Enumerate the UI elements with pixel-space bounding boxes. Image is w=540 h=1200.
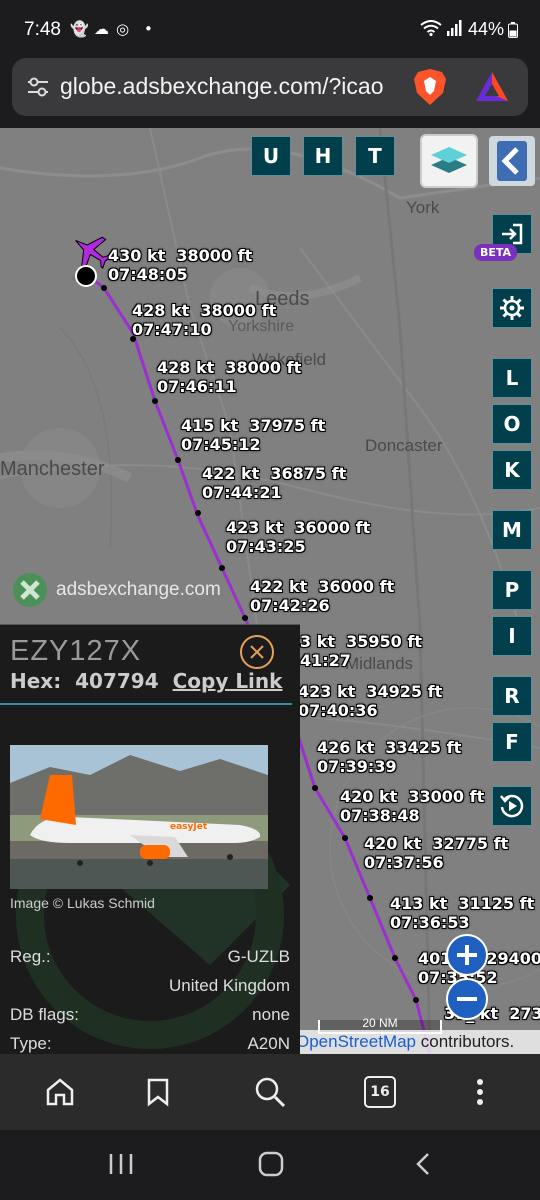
hex-row: Hex: 407794 Copy Link	[10, 669, 283, 693]
track-label: 420 kt 33000 ft 07:38:48	[340, 787, 485, 825]
registration-value: G-UZLB	[227, 947, 290, 966]
cloud-icon: ☁	[94, 20, 109, 38]
track-label: 430 kt 38000 ft 07:48:05	[108, 246, 253, 284]
recents-button[interactable]	[108, 1152, 134, 1180]
city-label-manchester: Manchester	[0, 458, 105, 480]
ghost-icon: 👻	[70, 20, 89, 38]
brave-shields-icon[interactable]	[412, 67, 448, 111]
divider	[0, 703, 292, 705]
track-label: 422 kt 36000 ft 07:42:26	[250, 577, 395, 615]
bookmarks-button[interactable]	[128, 1054, 188, 1130]
close-icon	[250, 645, 264, 659]
field-label: DB flags:	[10, 1005, 79, 1024]
search-icon	[255, 1077, 286, 1108]
close-panel-button[interactable]	[240, 635, 274, 669]
address-bar[interactable]: globe.adsbexchange.com/?icao	[12, 58, 528, 116]
aircraft-position-dot	[75, 265, 97, 287]
toggle-r-button[interactable]: R	[492, 676, 532, 716]
signal-icon	[446, 20, 462, 40]
image-credit: Image © Lukas Schmid	[10, 895, 155, 911]
system-home-button[interactable]	[258, 1151, 284, 1181]
track-label: 413 kt 31125 ft 07:36:53	[390, 894, 535, 932]
dot-icon: •	[144, 20, 153, 38]
status-bar: 7:48 👻 ☁ ◎ • 44%	[0, 0, 540, 58]
wifi-icon	[420, 20, 442, 40]
replay-button[interactable]	[492, 786, 532, 826]
toggle-h-button[interactable]: H	[303, 136, 343, 176]
toggle-o-button[interactable]: O	[492, 404, 532, 444]
collapse-sidebar-button[interactable]	[489, 136, 535, 186]
track-label: 422 kt 36875 ft 07:44:21	[202, 464, 347, 502]
site-settings-icon[interactable]	[26, 76, 50, 102]
tab-count: 16	[364, 1076, 396, 1108]
zoom-out-button[interactable]	[446, 978, 488, 1020]
home-square-icon	[258, 1151, 284, 1177]
toolbar-gap	[0, 116, 540, 128]
toggle-l-button[interactable]: L	[492, 358, 532, 398]
login-icon	[502, 223, 523, 245]
back-button[interactable]	[414, 1152, 432, 1180]
search-button[interactable]	[240, 1054, 300, 1130]
svg-text:easyJet: easyJet	[170, 822, 208, 832]
toggle-f-button[interactable]: F	[492, 722, 532, 762]
toggle-m-button[interactable]: M	[492, 510, 532, 550]
plus-icon	[457, 945, 477, 965]
field-label: Reg.:	[10, 947, 51, 966]
toggle-i-button[interactable]: I	[492, 616, 532, 656]
track-label: 3 kt 35950 ft 41:27	[300, 632, 422, 670]
toggle-t-button[interactable]: T	[355, 136, 395, 176]
toggle-u-button[interactable]: U	[251, 136, 291, 176]
system-navigation-bar	[0, 1130, 540, 1200]
recents-icon	[109, 1154, 133, 1174]
city-label-york: York	[406, 198, 440, 217]
battery-percent: 44%	[467, 19, 504, 39]
instagram-icon: ◎	[116, 20, 130, 38]
tabs-button[interactable]: 16	[350, 1054, 410, 1130]
aircraft-photo[interactable]: easyJet	[10, 745, 268, 889]
bookmark-icon	[147, 1078, 169, 1107]
track-label: 426 kt 33425 ft 07:39:39	[317, 738, 462, 776]
replay-icon	[500, 794, 524, 818]
watermark: adsbexchange.com	[12, 572, 221, 608]
map-attribution: OpenStreetMap contributors.	[296, 1030, 540, 1054]
track-label: 423 kt 36000 ft 07:43:25	[226, 518, 371, 556]
url-text[interactable]: globe.adsbexchange.com/?icao	[60, 73, 405, 100]
more-vertical-icon	[477, 1079, 483, 1105]
layers-icon	[431, 147, 467, 173]
minus-icon	[457, 997, 477, 1001]
brave-rewards-icon[interactable]	[474, 70, 510, 108]
gear-icon	[500, 296, 524, 320]
track-label: 423 kt 34925 ft 07:40:36	[298, 682, 443, 720]
home-button[interactable]	[30, 1054, 90, 1130]
status-time: 7:48	[24, 19, 61, 40]
home-icon	[46, 1078, 74, 1106]
copy-link[interactable]: Copy Link	[173, 669, 283, 693]
track-label: 415 kt 37975 ft 07:45:12	[181, 416, 326, 454]
field-label: Type:	[10, 1034, 52, 1053]
browser-bottom-bar: 16	[0, 1054, 540, 1130]
zoom-in-button[interactable]	[446, 934, 488, 976]
track-label: 428 kt 38000 ft 07:46:11	[157, 358, 302, 396]
city-label-doncaster: Doncaster	[365, 436, 443, 455]
menu-button[interactable]	[450, 1054, 510, 1130]
beta-badge: BETA	[474, 244, 518, 261]
type-value: A20N	[247, 1034, 290, 1053]
track-label: 420 kt 32775 ft 07:37:56	[364, 834, 509, 872]
battery-icon	[508, 22, 518, 42]
country-value: United Kingdom	[169, 976, 290, 995]
track-label: 428 kt 38000 ft 07:47:10	[132, 301, 277, 339]
settings-button[interactable]	[492, 288, 532, 328]
toggle-k-button[interactable]: K	[492, 450, 532, 490]
back-chevron-icon	[416, 1153, 429, 1175]
toggle-p-button[interactable]: P	[492, 570, 532, 610]
layers-button[interactable]	[420, 134, 478, 188]
chevron-left-icon	[497, 141, 527, 181]
db-flags-value: none	[252, 1005, 290, 1024]
osm-link[interactable]: OpenStreetMap	[296, 1032, 416, 1051]
aircraft-info-panel: EZY127X Hex: 407794 Copy Link easyJet Im…	[0, 624, 300, 1055]
adsbx-logo-icon	[13, 573, 47, 607]
callsign: EZY127X	[10, 635, 142, 667]
